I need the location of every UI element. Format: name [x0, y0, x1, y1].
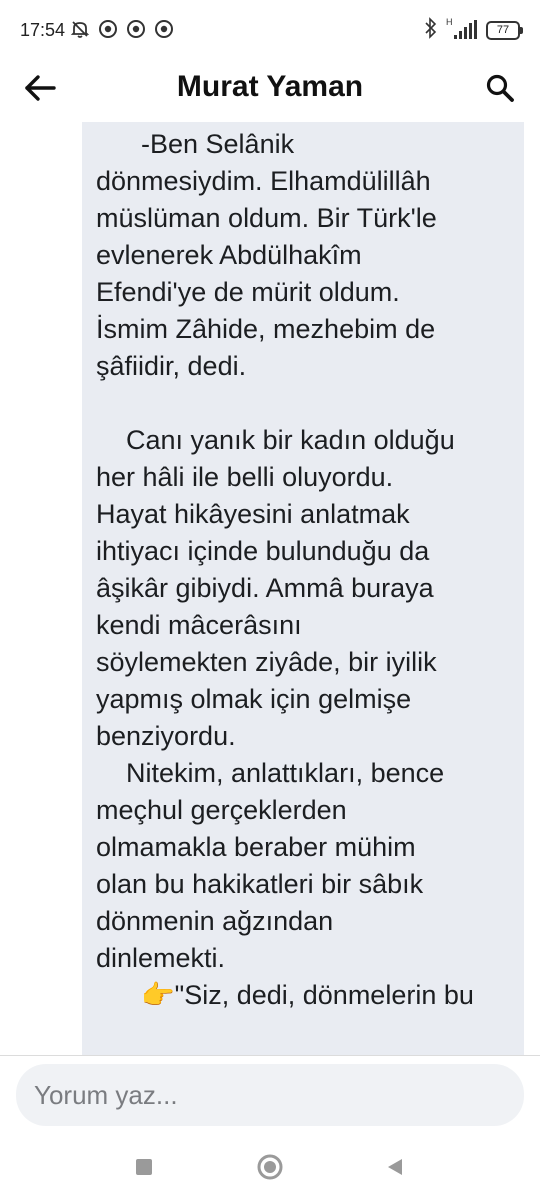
- post-line: dinlemekti.: [96, 943, 226, 973]
- chrome-icon: [154, 19, 174, 44]
- post-text: -Ben Selânik dönmesiydim. Elhamdülillâh …: [82, 122, 524, 1014]
- recents-button[interactable]: [129, 1154, 159, 1184]
- post-line: şâfiidir, dedi.: [96, 351, 247, 381]
- post-line: ihtiyacı içinde bulunduğu da: [96, 536, 430, 566]
- post-line: benziyordu.: [96, 721, 236, 751]
- battery-icon: 77: [486, 20, 523, 40]
- recents-square-icon: [135, 1158, 153, 1181]
- post-line: olmamakla beraber mühim: [96, 832, 416, 862]
- post-line: meçhul gerçeklerden: [96, 795, 347, 825]
- back-nav-button[interactable]: [380, 1154, 410, 1184]
- post-line: Nitekim, anlattıkları, bence: [126, 758, 445, 788]
- post-line: 👉"Siz, dedi, dönmelerin bu: [96, 977, 510, 1014]
- post-line: yapmış olmak için gelmişe: [96, 684, 412, 714]
- back-triangle-icon: [385, 1157, 405, 1182]
- post-line: dönmenin ağzından: [96, 906, 334, 936]
- post-line: her hâli ile belli oluyordu.: [96, 462, 394, 492]
- app-header: Murat Yaman: [0, 62, 540, 120]
- chrome-icon: [126, 19, 146, 44]
- search-icon: [485, 73, 515, 108]
- status-bar: 17:54 H 77: [0, 0, 540, 62]
- post-line: kendi mâcerâsını: [96, 610, 302, 640]
- search-button[interactable]: [478, 68, 522, 112]
- post-line: Efendi'ye de mürit oldum.: [96, 277, 400, 307]
- home-circle-icon: [256, 1153, 284, 1186]
- status-system-icons: H 77: [424, 16, 523, 44]
- home-button[interactable]: [255, 1154, 285, 1184]
- post-line: Hayat hikâyesini anlatmak: [96, 499, 410, 529]
- post-line: evlenerek Abdülhakîm: [96, 240, 362, 270]
- post-line-text: "Siz, dedi, dönmelerin bu: [174, 980, 474, 1010]
- comment-bar: [0, 1056, 540, 1136]
- signal-icon: H: [446, 17, 478, 41]
- post-line: dönmesiydim. Elhamdülillâh: [96, 166, 431, 196]
- comment-input[interactable]: [16, 1064, 524, 1126]
- system-nav-bar: [0, 1136, 540, 1200]
- post-line: söylemekten ziyâde, bir iyilik: [96, 647, 437, 677]
- status-notification-icons: [70, 19, 174, 44]
- post-line: Canı yanık bir kadın olduğu: [126, 425, 455, 455]
- pointing-hand-emoji: 👉: [141, 980, 175, 1010]
- post-line: İsmim Zâhide, mezhebim de: [96, 314, 436, 344]
- post-line: âşikâr gibiydi. Ammâ buraya: [96, 573, 434, 603]
- post-line: olan bu hakikatleri bir sâbık: [96, 869, 424, 899]
- chrome-icon: [98, 19, 118, 44]
- post-line: -Ben Selânik: [141, 129, 295, 159]
- page-title: Murat Yaman: [176, 70, 364, 103]
- status-time: 17:54: [20, 20, 66, 40]
- post-body: -Ben Selânik dönmesiydim. Elhamdülillâh …: [82, 122, 524, 1057]
- mute-icon: [70, 19, 90, 44]
- post-line: müslüman oldum. Bir Türk'le: [96, 203, 437, 233]
- bluetooth-icon: [424, 16, 438, 44]
